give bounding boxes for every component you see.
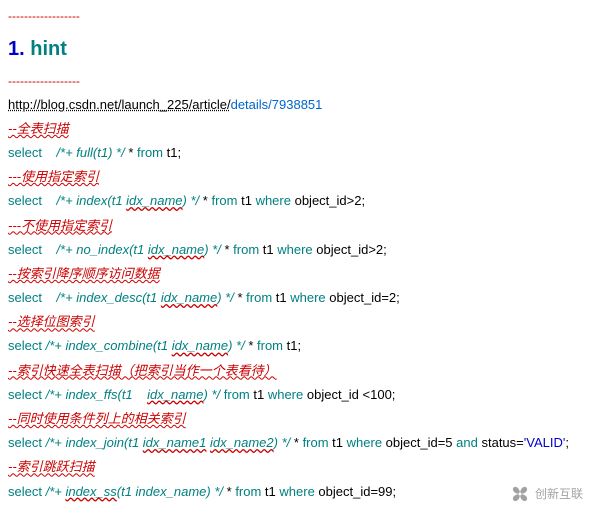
comment-skip: --索引跳跃扫描 xyxy=(8,458,583,476)
table: t1 xyxy=(329,435,347,450)
table: t1 xyxy=(237,193,255,208)
comment-join: --同时使用条件列上的相关索引 xyxy=(8,410,583,428)
kw-where: where xyxy=(347,435,382,450)
kw-select: select xyxy=(8,290,42,305)
sql-index-ffs: select /*+ index_ffs(t1 idx_name) */ fro… xyxy=(8,386,583,404)
comment-ffs: --索引快速全表扫描（把索引当作一个表看待） xyxy=(8,362,583,380)
table: t1 xyxy=(259,242,277,257)
kw-from: from xyxy=(303,435,329,450)
hint-index-combine: /*+ index_combine(t1 idx_name) */ xyxy=(46,338,245,353)
semi: ; xyxy=(565,435,569,450)
star: * xyxy=(203,193,208,208)
table: t1; xyxy=(283,338,301,353)
url-part-b: details xyxy=(231,97,269,112)
heading-number: 1. xyxy=(8,38,25,60)
cond: object_id=2; xyxy=(326,290,400,305)
url-part-c: /7938851 xyxy=(268,97,322,112)
heading: 1. hint xyxy=(8,35,583,63)
hint-no-index: /*+ no_index(t1 idx_name) */ xyxy=(56,242,220,257)
kw-where: where xyxy=(256,193,291,208)
kw-where: where xyxy=(279,484,314,499)
star: * xyxy=(294,435,299,450)
table: t1 xyxy=(261,484,279,499)
divider-top: ------------------ xyxy=(8,8,583,25)
hint-index: /*+ index(t1 idx_name) */ xyxy=(56,193,199,208)
table: t1 xyxy=(272,290,290,305)
kw-from: from xyxy=(246,290,272,305)
cond: object_id=99; xyxy=(315,484,396,499)
heading-title: hint xyxy=(30,38,67,60)
comment-use-index: ---使用指定索引 xyxy=(8,168,583,186)
sql-no-index: select /*+ no_index(t1 idx_name) */ * fr… xyxy=(8,241,583,259)
comment-bitmap: --选择位图索引 xyxy=(8,313,583,331)
comment-full-scan: --全表扫描 xyxy=(8,120,583,138)
kw-select: select xyxy=(8,242,42,257)
star: * xyxy=(248,338,253,353)
kw-where: where xyxy=(290,290,325,305)
kw-select: select xyxy=(8,193,42,208)
kw-from: from xyxy=(224,387,250,402)
kw-from: from xyxy=(257,338,283,353)
sql-full: select /*+ full(t1) */ * from t1; xyxy=(8,144,583,162)
kw-select: select xyxy=(8,484,46,499)
hint-index-join: /*+ index_join(t1 idx_name1 idx_name2) *… xyxy=(46,435,291,450)
kw-from: from xyxy=(137,145,163,160)
hint-full: /*+ full(t1) */ xyxy=(56,145,124,160)
kw-and: and xyxy=(456,435,478,450)
sql-index-join: select /*+ index_join(t1 idx_name1 idx_n… xyxy=(8,434,583,452)
cond: object_id>2; xyxy=(313,242,387,257)
sql-index-combine: select /*+ index_combine(t1 idx_name) */… xyxy=(8,337,583,355)
comment-no-index: ---不使用指定索引 xyxy=(8,217,583,235)
kw-select: select xyxy=(8,338,46,353)
cond: object_id>2; xyxy=(291,193,365,208)
star: * xyxy=(128,145,133,160)
table: t1; xyxy=(163,145,181,160)
watermark: 创新互联 xyxy=(509,483,583,505)
table: t1 xyxy=(250,387,268,402)
cond: object_id <100; xyxy=(303,387,395,402)
star: * xyxy=(237,290,242,305)
cond: object_id=5 xyxy=(382,435,456,450)
sql-index-desc: select /*+ index_desc(t1 idx_name) */ * … xyxy=(8,289,583,307)
watermark-text: 创新互联 xyxy=(535,486,583,503)
kw-from: from xyxy=(211,193,237,208)
comment-desc: --按索引降序顺序访问数据 xyxy=(8,265,583,283)
watermark-icon xyxy=(509,483,531,505)
hint-index-desc: /*+ index_desc(t1 idx_name) */ xyxy=(56,290,233,305)
kw-select: select xyxy=(8,145,42,160)
kw-where: where xyxy=(277,242,312,257)
kw-select: select xyxy=(8,387,46,402)
star: * xyxy=(224,242,229,257)
valid-string: 'VALID' xyxy=(524,435,566,450)
source-url[interactable]: http://blog.csdn.net/launch_225/article/… xyxy=(8,96,583,114)
hint-index-ss: /*+ index_ss(t1 index_name) */ xyxy=(46,484,223,499)
sql-index: select /*+ index(t1 idx_name) */ * from … xyxy=(8,192,583,210)
kw-select: select xyxy=(8,435,46,450)
star: * xyxy=(227,484,232,499)
hint-index-ffs: /*+ index_ffs(t1 idx_name) */ xyxy=(46,387,221,402)
kw-from: from xyxy=(233,242,259,257)
kw-from: from xyxy=(235,484,261,499)
sql-index-ss: select /*+ index_ss(t1 index_name) */ * … xyxy=(8,483,583,501)
url-part-a: http://blog.csdn.net/launch_225/article/ xyxy=(8,97,231,112)
status: status= xyxy=(478,435,524,450)
kw-where: where xyxy=(268,387,303,402)
divider-under-heading: ------------------ xyxy=(8,73,583,90)
